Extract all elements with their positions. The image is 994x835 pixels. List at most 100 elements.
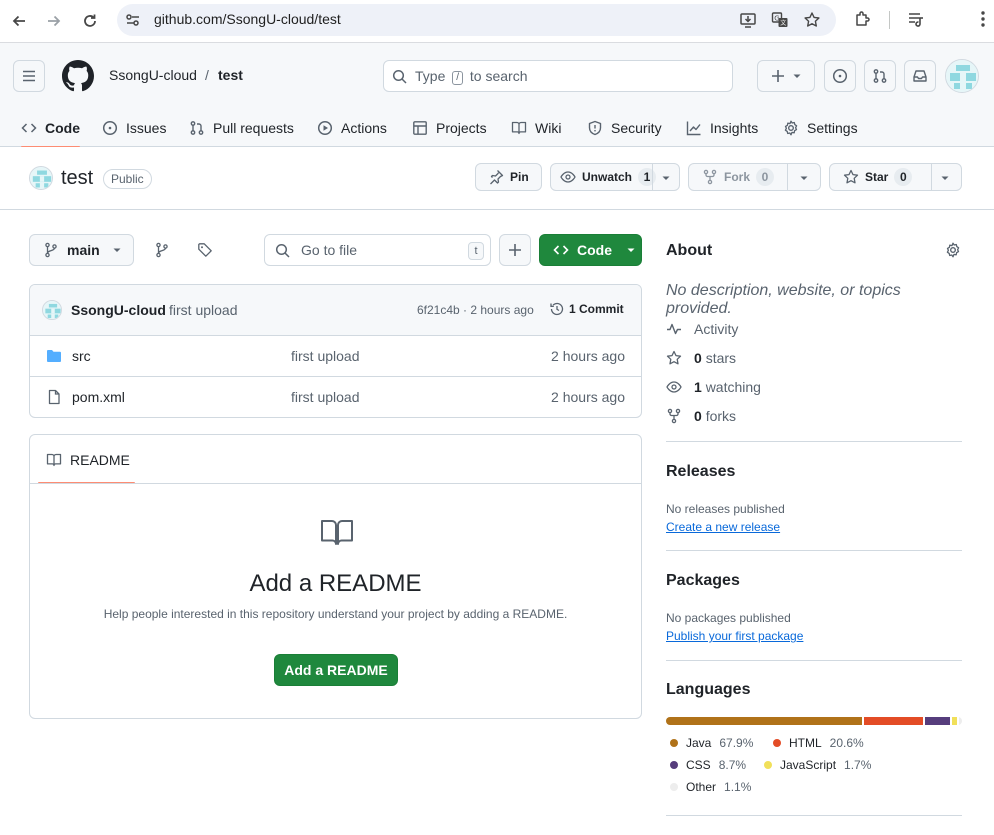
svg-text:文: 文 bbox=[780, 19, 786, 27]
tab-wiki-label: Wiki bbox=[535, 120, 562, 136]
language-percent: 67.9% bbox=[719, 736, 754, 750]
visibility-badge: Public bbox=[103, 169, 152, 189]
language-item-other: Other 1.1% bbox=[670, 780, 751, 794]
commit-author[interactable]: SsongU-cloud bbox=[71, 302, 166, 318]
file-name[interactable]: pom.xml bbox=[72, 389, 125, 405]
git-pull-request-icon bbox=[873, 69, 887, 83]
pin-button[interactable]: Pin bbox=[475, 163, 542, 191]
go-to-file-input[interactable]: Go to file t bbox=[264, 234, 491, 266]
repo-owner-avatar[interactable] bbox=[29, 166, 53, 190]
file-date: 2 hours ago bbox=[551, 389, 625, 405]
tab-insights[interactable]: Insights bbox=[686, 109, 758, 147]
commit-hash-time[interactable]: 6f21c4b · 2 hours ago bbox=[417, 303, 534, 317]
create-release-link[interactable]: Create a new release bbox=[666, 520, 780, 534]
repo-link[interactable]: test bbox=[218, 67, 243, 83]
language-item-java[interactable]: Java 67.9% bbox=[670, 736, 753, 750]
toolbar-separator bbox=[889, 11, 890, 29]
extensions-icon[interactable] bbox=[853, 9, 873, 29]
file-row[interactable]: pom.xml first upload 2 hours ago bbox=[30, 377, 641, 417]
reading-list-icon[interactable] bbox=[906, 9, 926, 29]
site-info-icon[interactable] bbox=[125, 12, 141, 28]
language-name: Java bbox=[686, 736, 712, 750]
bookmark-star-icon[interactable] bbox=[803, 11, 821, 29]
releases-heading[interactable]: Releases bbox=[666, 463, 735, 481]
add-readme-button[interactable]: Add a README bbox=[274, 654, 398, 686]
packages-heading[interactable]: Packages bbox=[666, 572, 740, 590]
watching-link[interactable]: 1 watching bbox=[666, 379, 761, 395]
url-text[interactable]: github.com/SsongU-cloud/test bbox=[154, 11, 341, 27]
git-branch-icon bbox=[156, 242, 168, 258]
reload-button[interactable] bbox=[77, 8, 103, 34]
fork-button[interactable]: Fork 0 bbox=[688, 163, 821, 191]
language-name: JavaScript bbox=[780, 758, 837, 772]
language-bar-segment bbox=[958, 717, 962, 725]
forks-link[interactable]: 0 forks bbox=[666, 408, 736, 424]
issues-button[interactable] bbox=[824, 60, 856, 92]
browser-menu-icon[interactable] bbox=[980, 9, 986, 29]
tab-settings[interactable]: Settings bbox=[783, 109, 858, 147]
user-avatar[interactable] bbox=[945, 59, 979, 93]
stars-link[interactable]: 0 stars bbox=[666, 350, 736, 366]
tab-pull-requests-label: Pull requests bbox=[213, 120, 294, 136]
file-commit-message[interactable]: first upload bbox=[291, 348, 359, 364]
global-menu-button[interactable] bbox=[13, 60, 45, 92]
tab-wiki[interactable]: Wiki bbox=[511, 109, 561, 147]
activity-link[interactable]: Activity bbox=[666, 321, 738, 337]
tab-actions[interactable]: Actions bbox=[317, 109, 387, 147]
tab-issues-label: Issues bbox=[126, 120, 167, 136]
address-bar[interactable]: github.com/SsongU-cloud/test G文 bbox=[117, 4, 836, 36]
language-item-css[interactable]: CSS 8.7% bbox=[670, 758, 746, 772]
commits-link[interactable]: 1 Commit bbox=[549, 301, 624, 317]
commit-message[interactable]: first upload bbox=[169, 302, 237, 318]
language-dot bbox=[764, 761, 772, 769]
translate-icon[interactable]: G文 bbox=[771, 11, 789, 29]
tab-projects[interactable]: Projects bbox=[412, 109, 487, 147]
triangle-down-icon bbox=[627, 248, 635, 252]
triangle-down-icon bbox=[941, 176, 949, 180]
plus-icon bbox=[772, 70, 784, 82]
tab-pull-requests[interactable]: Pull requests bbox=[189, 109, 294, 147]
triangle-down-icon bbox=[800, 176, 808, 180]
languages-heading: Languages bbox=[666, 681, 751, 698]
tab-security[interactable]: Security bbox=[587, 109, 662, 147]
install-app-icon[interactable] bbox=[739, 11, 757, 29]
add-file-button[interactable] bbox=[499, 234, 531, 266]
star-count: 0 bbox=[894, 168, 913, 186]
search-input[interactable]: Type / to search bbox=[383, 60, 733, 92]
tab-code[interactable]: Code bbox=[21, 109, 80, 148]
repo-name[interactable]: test bbox=[61, 167, 93, 190]
language-percent: 8.7% bbox=[718, 758, 747, 772]
file-icon bbox=[46, 389, 62, 405]
language-dot bbox=[670, 739, 678, 747]
create-new-button[interactable] bbox=[757, 60, 815, 92]
publish-package-link[interactable]: Publish your first package bbox=[666, 629, 803, 643]
go-to-file-placeholder: Go to file bbox=[301, 242, 358, 258]
commit-author-avatar[interactable] bbox=[42, 300, 62, 320]
code-icon bbox=[553, 245, 569, 255]
watch-button[interactable]: Unwatch 1 bbox=[550, 163, 680, 191]
back-button[interactable] bbox=[6, 8, 32, 34]
file-name[interactable]: src bbox=[72, 348, 91, 364]
code-dropdown-button[interactable]: Code bbox=[539, 234, 642, 266]
tab-issues[interactable]: Issues bbox=[102, 109, 166, 147]
language-item-html[interactable]: HTML 20.6% bbox=[773, 736, 864, 750]
github-logo-icon[interactable] bbox=[62, 60, 94, 92]
pull-requests-button[interactable] bbox=[864, 60, 896, 92]
readme-tab[interactable]: README bbox=[38, 435, 135, 484]
search-icon bbox=[392, 69, 408, 85]
gear-icon[interactable] bbox=[945, 242, 961, 258]
tags-button[interactable] bbox=[189, 234, 221, 266]
star-button[interactable]: Star 0 bbox=[829, 163, 962, 191]
triangle-down-icon bbox=[793, 74, 801, 78]
file-row[interactable]: src first upload 2 hours ago bbox=[30, 336, 641, 377]
branches-button[interactable] bbox=[146, 234, 178, 266]
inbox-button[interactable] bbox=[904, 60, 936, 92]
owner-link[interactable]: SsongU-cloud bbox=[109, 67, 197, 83]
forward-button[interactable] bbox=[41, 8, 67, 34]
github-header: SsongU-cloud / test Type / to search Cod… bbox=[0, 43, 994, 148]
branch-selector[interactable]: main bbox=[29, 234, 134, 266]
tab-insights-label: Insights bbox=[710, 120, 759, 136]
search-shortcut-key: / bbox=[452, 71, 464, 85]
file-commit-message[interactable]: first upload bbox=[291, 389, 359, 405]
language-item-javascript[interactable]: JavaScript 1.7% bbox=[764, 758, 871, 772]
